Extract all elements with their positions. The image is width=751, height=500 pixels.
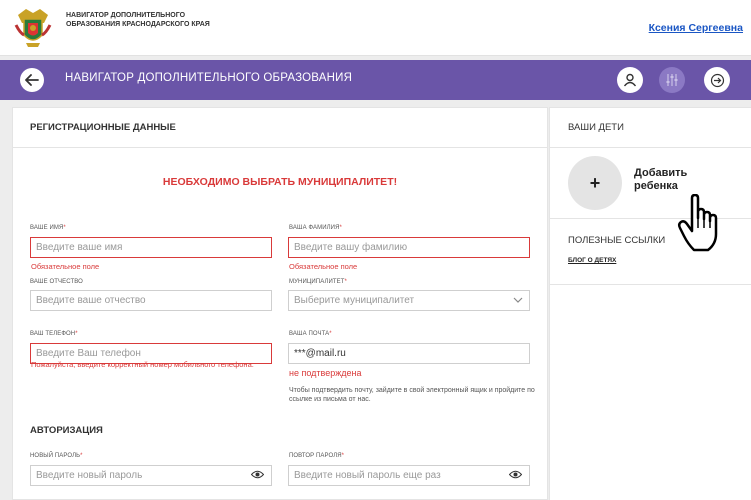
first-name-label: ВАШЕ ИМЯ* (30, 225, 66, 231)
user-profile-link[interactable]: Ксения Сергеевна (649, 22, 743, 34)
logout-icon (710, 73, 724, 87)
first-name-input[interactable] (30, 237, 272, 258)
last-name-input[interactable] (288, 237, 530, 258)
email-label: ВАША ПОЧТА* (289, 331, 332, 337)
registration-title: РЕГИСТРАЦИОННЫЕ ДАННЫЕ (30, 122, 176, 133)
municipality-select[interactable]: Выберите муниципалитет (288, 290, 530, 311)
email-status: не подтверждена (289, 368, 362, 378)
back-button[interactable] (20, 68, 44, 92)
side-panel: ВАШИ ДЕТИ + Добавить ребенка ПОЛЕЗНЫЕ СС… (549, 107, 751, 500)
nav-bar: НАВИГАТОР ДОПОЛНИТЕЛЬНОГО ОБРАЗОВАНИЯ (0, 60, 751, 100)
patronymic-input[interactable] (30, 290, 272, 311)
chevron-down-icon (513, 297, 523, 303)
hand-pointer-icon (677, 194, 718, 252)
settings-button[interactable] (659, 67, 685, 93)
municipality-label: МУНИЦИПАЛИТЕТ* (289, 279, 347, 285)
municipality-placeholder: Выберите муниципалитет (294, 295, 415, 306)
auth-title: АВТОРИЗАЦИЯ (30, 425, 103, 436)
new-password-label: НОВЫЙ ПАРОЛЬ* (30, 453, 83, 459)
repeat-password-input[interactable] (288, 465, 530, 486)
site-header: НАВИГАТОР ДОПОЛНИТЕЛЬНОГО ОБРАЗОВАНИЯ КР… (0, 0, 751, 56)
patronymic-label: ВАШЕ ОТЧЕСТВО (30, 279, 83, 285)
last-name-label: ВАША ФАМИЛИЯ* (289, 225, 342, 231)
first-name-error: Обязательное поле (31, 262, 100, 271)
plus-icon: + (568, 156, 622, 210)
links-title: ПОЛЕЗНЫЕ ССЫЛКИ (568, 235, 666, 246)
org-name: НАВИГАТОР ДОПОЛНИТЕЛЬНОГО ОБРАЗОВАНИЯ КР… (66, 12, 210, 28)
phone-error: Пожалуйста, введите корректный номер моб… (31, 360, 254, 369)
registration-header: РЕГИСТРАЦИОННЫЕ ДАННЫЕ (13, 108, 547, 148)
last-name-error: Обязательное поле (289, 262, 358, 271)
sliders-icon (666, 74, 678, 86)
user-icon (623, 73, 637, 87)
coat-of-arms-icon[interactable] (14, 5, 52, 49)
municipality-alert: НЕОБХОДИМО ВЫБРАТЬ МУНИЦИПАЛИТЕТ! (162, 176, 398, 188)
profile-button[interactable] (617, 67, 643, 93)
link-kids-blog[interactable]: БЛОГ О ДЕТЯХ (568, 257, 616, 264)
arrow-left-icon (25, 74, 39, 86)
nav-title: НАВИГАТОР ДОПОЛНИТЕЛЬНОГО ОБРАЗОВАНИЯ (65, 72, 353, 84)
eye-icon[interactable] (251, 470, 264, 479)
logout-button[interactable] (704, 67, 730, 93)
phone-label: ВАШ ТЕЛЕФОН* (30, 331, 78, 337)
email-input[interactable] (288, 343, 530, 364)
email-hint: Чтобы подтвердить почту, зайдите в свой … (289, 387, 535, 403)
new-password-input[interactable] (30, 465, 272, 486)
add-child-label: Добавить ребенка (634, 167, 688, 192)
new-password-field (30, 465, 272, 486)
divider (550, 284, 751, 285)
kids-title: ВАШИ ДЕТИ (568, 122, 624, 133)
eye-icon[interactable] (509, 470, 522, 479)
registration-card: РЕГИСТРАЦИОННЫЕ ДАННЫЕ НЕОБХОДИМО ВЫБРАТ… (12, 107, 548, 500)
repeat-password-label: ПОВТОР ПАРОЛЯ* (289, 453, 345, 459)
repeat-password-field (288, 465, 530, 486)
kids-header: ВАШИ ДЕТИ (550, 108, 751, 148)
